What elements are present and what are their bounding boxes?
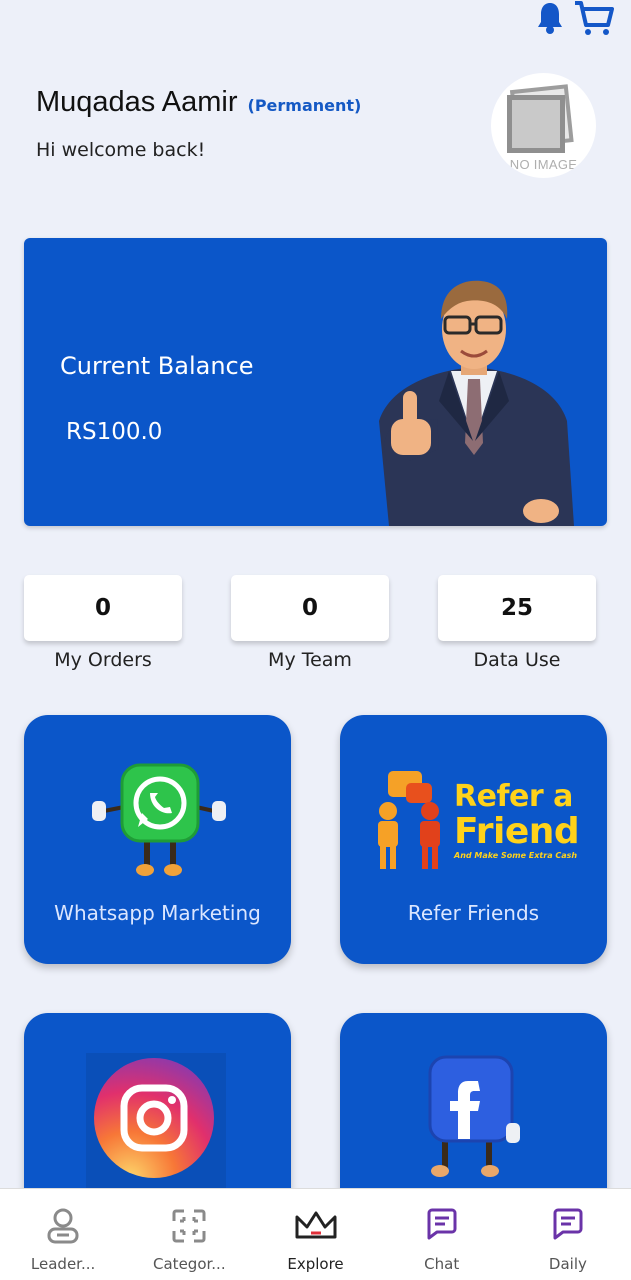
categories-icon <box>172 1209 206 1243</box>
top-icons <box>535 0 615 40</box>
refer-art-title-1: Refer a <box>454 779 573 814</box>
refer-art-subtitle: And Make Some Extra Cash <box>454 851 578 860</box>
user-header: Muqadas Aamir (Permanent) Hi welcome bac… <box>36 86 361 161</box>
nav-item-categories[interactable]: Categor... <box>126 1189 252 1280</box>
user-type-badge: (Permanent) <box>247 96 362 115</box>
user-name: Muqadas Aamir <box>36 86 238 118</box>
stat-my-orders[interactable]: 0 My Orders <box>24 575 182 671</box>
refer-art-title-2: Friend <box>454 811 580 852</box>
stat-value: 0 <box>24 575 182 641</box>
avatar[interactable]: NO IMAGE <box>491 73 596 178</box>
crown-icon <box>295 1211 336 1239</box>
balance-value: RS100.0 <box>66 419 163 445</box>
user-line: Muqadas Aamir (Permanent) <box>36 86 361 119</box>
balance-label: Current Balance <box>60 352 254 380</box>
stat-label: Data Use <box>473 649 561 671</box>
user-icon <box>47 1208 79 1244</box>
tile-label: Whatsapp Marketing <box>54 901 261 925</box>
nav-label: Categor... <box>153 1255 226 1273</box>
tile-whatsapp-marketing[interactable]: Whatsapp Marketing <box>24 715 291 964</box>
nav-label: Chat <box>424 1255 460 1273</box>
whatsapp-icon <box>92 763 226 876</box>
nav-item-explore[interactable]: Explore <box>252 1189 378 1280</box>
chat-icon <box>427 1208 457 1240</box>
facebook-icon <box>428 1055 520 1177</box>
stat-value: 25 <box>438 575 596 641</box>
nav-label: Leader... <box>30 1255 96 1273</box>
chat-icon <box>553 1208 583 1240</box>
nav-item-leaderboard[interactable]: Leader... <box>0 1189 126 1280</box>
businessman-illustration <box>379 280 574 526</box>
nav-label: Explore <box>287 1255 344 1273</box>
nav-item-chat[interactable]: Chat <box>379 1189 505 1280</box>
bell-icon[interactable] <box>535 0 565 36</box>
welcome-text: Hi welcome back! <box>36 139 206 161</box>
stat-my-team[interactable]: 0 My Team <box>231 575 389 671</box>
stat-data-use[interactable]: 25 Data Use <box>438 575 596 671</box>
stat-label: My Orders <box>54 649 152 671</box>
tile-refer-friends[interactable]: Refer a Friend And Make Some Extra Cash … <box>340 715 607 964</box>
cart-icon[interactable] <box>573 0 615 38</box>
nav-label: Daily <box>548 1255 587 1273</box>
avatar-placeholder-text: NO IMAGE <box>509 157 578 172</box>
bottom-nav: Leader... Categor... Explore Chat Daily <box>0 1188 631 1280</box>
stat-value: 0 <box>231 575 389 641</box>
balance-card[interactable]: Current Balance RS100.0 <box>24 238 607 526</box>
tile-label: Refer Friends <box>407 901 540 925</box>
instagram-icon <box>86 1053 226 1193</box>
nav-item-daily[interactable]: Daily <box>505 1189 631 1280</box>
stat-label: My Team <box>268 649 352 671</box>
